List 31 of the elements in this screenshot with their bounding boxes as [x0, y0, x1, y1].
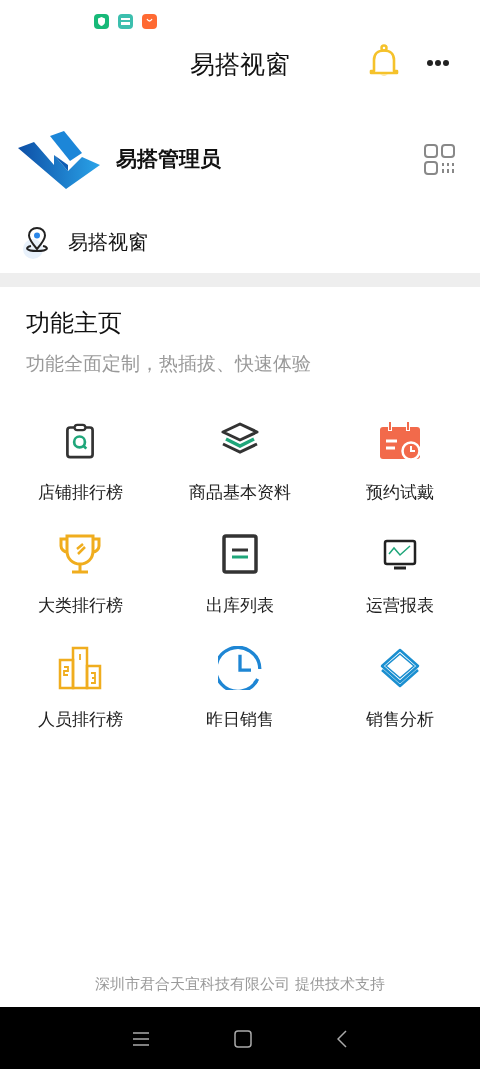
shield-app-icon: [94, 14, 109, 29]
diamond-icon: [380, 647, 420, 688]
clock-icon: [218, 645, 262, 690]
monitor-chart-icon: [383, 538, 417, 570]
feature-button[interactable]: 运营报表: [320, 529, 480, 619]
location-name: 易搭视窗: [68, 228, 148, 256]
qr-code-icon: [424, 144, 456, 176]
more-icon: [426, 58, 450, 67]
podium-icon: [58, 645, 102, 690]
trophy-icon: [58, 533, 102, 575]
feature-button[interactable]: 商品基本资料: [160, 415, 320, 505]
job-app-icon: [118, 14, 133, 29]
feature-button[interactable]: 人员排行榜: [0, 642, 160, 732]
feature-button[interactable]: 大类排行榜: [0, 529, 160, 619]
feature-button[interactable]: 昨日销售: [160, 642, 320, 732]
feature-button[interactable]: 预约试戴: [320, 415, 480, 505]
page-title: 易搭视窗: [190, 49, 290, 82]
user-name: 易搭管理员: [116, 146, 221, 174]
section-subtitle: 功能全面定制，热插拔、快速体验: [25, 351, 312, 376]
feature-button[interactable]: 出库列表: [160, 529, 320, 619]
footer-text: 深圳市君合天宜科技有限公司 提供技术支持: [94, 973, 386, 995]
feature-button[interactable]: 店铺排行榜: [0, 415, 160, 505]
qr-code-button[interactable]: [424, 144, 456, 176]
shopping-bag-app-icon: [142, 14, 157, 29]
section-title: 功能主页: [25, 308, 123, 339]
feature-button[interactable]: 销售分析: [320, 642, 480, 732]
document-icon: [221, 533, 259, 575]
menu-icon: [132, 1031, 149, 1046]
back-icon: [337, 1029, 348, 1048]
home-icon: [234, 1029, 252, 1048]
calendar-clock-icon: [379, 420, 421, 461]
